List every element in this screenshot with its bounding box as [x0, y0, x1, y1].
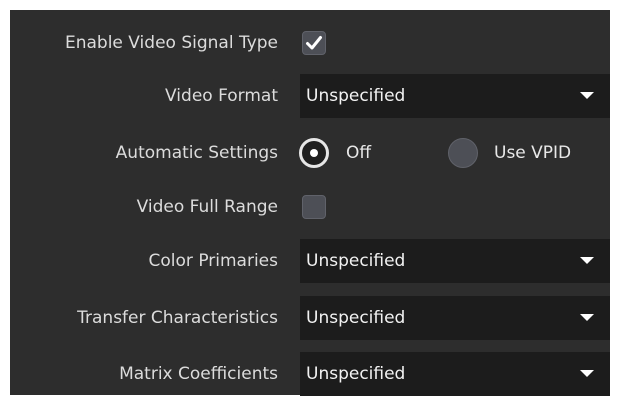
video-format-label: Video Format — [165, 86, 278, 106]
matrix-coefficients-row: Matrix Coefficients Unspecified — [10, 352, 610, 396]
transfer-characteristics-row: Transfer Characteristics Unspecified — [10, 296, 610, 340]
automatic-settings-label: Automatic Settings — [115, 143, 278, 163]
caret-down-icon — [580, 314, 594, 321]
matrix-coefficients-dropdown[interactable]: Unspecified — [300, 352, 610, 396]
enable-video-signal-type-row: Enable Video Signal Type — [10, 21, 610, 65]
video-full-range-checkbox[interactable] — [302, 195, 326, 219]
video-format-row: Video Format Unspecified — [10, 74, 610, 118]
caret-down-icon — [580, 257, 594, 264]
color-primaries-row: Color Primaries Unspecified — [10, 239, 610, 283]
automatic-settings-off-label[interactable]: Off — [346, 131, 371, 175]
automatic-settings-use-vpid-label[interactable]: Use VPID — [494, 131, 571, 175]
video-format-value: Unspecified — [306, 86, 406, 106]
enable-video-signal-type-label: Enable Video Signal Type — [64, 33, 278, 53]
transfer-characteristics-label: Transfer Characteristics — [77, 308, 278, 328]
matrix-coefficients-label: Matrix Coefficients — [119, 364, 278, 384]
color-primaries-label: Color Primaries — [148, 251, 278, 271]
transfer-characteristics-value: Unspecified — [306, 308, 406, 328]
automatic-settings-use-vpid-radio[interactable] — [448, 138, 478, 168]
video-signal-settings-panel: Enable Video Signal Type Video Format Un… — [10, 10, 610, 396]
video-format-dropdown[interactable]: Unspecified — [300, 74, 610, 118]
caret-down-icon — [580, 370, 594, 377]
caret-down-icon — [580, 92, 594, 99]
matrix-coefficients-value: Unspecified — [306, 364, 406, 384]
checkmark-icon — [306, 36, 322, 50]
video-full-range-label: Video Full Range — [136, 197, 278, 217]
color-primaries-dropdown[interactable]: Unspecified — [300, 239, 610, 283]
transfer-characteristics-dropdown[interactable]: Unspecified — [300, 296, 610, 340]
video-full-range-row: Video Full Range — [10, 185, 610, 229]
automatic-settings-row: Automatic Settings Off Use VPID — [10, 131, 610, 175]
color-primaries-value: Unspecified — [306, 251, 406, 271]
radio-selected-dot-icon — [310, 149, 318, 157]
automatic-settings-off-radio[interactable] — [299, 138, 329, 168]
enable-video-signal-type-checkbox[interactable] — [302, 31, 326, 55]
